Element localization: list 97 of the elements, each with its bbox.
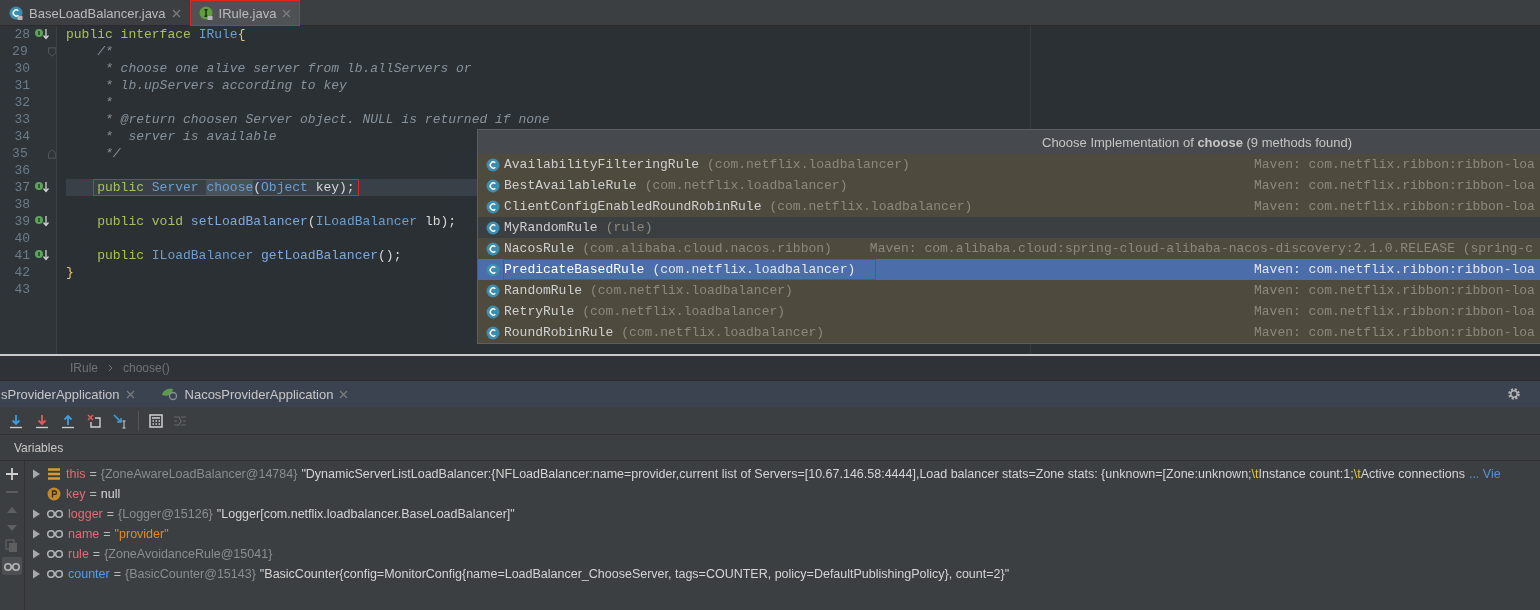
variable-name: rule [68, 547, 89, 561]
line-number: 34 [13, 129, 30, 144]
variable-type: {ZoneAvoidanceRule@15041} [104, 547, 273, 561]
step-over-icon[interactable] [8, 412, 24, 429]
line-number: 38 [13, 197, 30, 212]
variable-value: "BasicCounter{config=MonitorConfig{name=LoadBalancer_ChooseServer, tags=COUNTER, policy=DefaultPublishingPolicy}, count=2}" [259, 567, 1010, 581]
variable-type: {BasicCounter@15143} [125, 567, 256, 581]
variable-name: this [66, 467, 86, 481]
class-icon [486, 283, 500, 298]
class-icon [486, 262, 500, 277]
plus-icon[interactable] [5, 467, 19, 481]
editor-tab[interactable]: IRule.java [189, 0, 301, 26]
implementation-item[interactable]: MyRandomRule (rule) [478, 217, 1540, 238]
expand-arrow-icon[interactable] [30, 528, 42, 540]
code-line: * choose one alive server from lb.allServers or [104, 60, 473, 77]
variable-type: {ZoneAwareLoadBalancer@14784} [100, 467, 298, 481]
drop-frame-icon[interactable] [86, 412, 102, 429]
fields-icon [46, 467, 62, 481]
equals-sign: = [89, 487, 97, 501]
line-number: 33 [13, 112, 30, 127]
line-number: 30 [13, 61, 30, 76]
code-line: public ILoadBalancer getLoadBalancer(); [96, 247, 403, 264]
equals-sign: = [92, 547, 101, 561]
variable-type: {Logger@15126} [118, 507, 213, 521]
view-link[interactable]: ... Vie [1468, 467, 1501, 481]
line-number: 36 [13, 163, 30, 178]
code-line: * [104, 94, 114, 111]
variable-value: "provider" [114, 527, 169, 541]
step-into-icon[interactable] [34, 412, 50, 429]
run-to-cursor-icon[interactable] [112, 412, 128, 429]
implemented-icon[interactable] [34, 249, 50, 262]
calculator-icon[interactable] [149, 413, 163, 428]
expand-arrow-icon[interactable] [30, 508, 42, 520]
settings-icon[interactable] [1507, 387, 1521, 401]
line-number: 28 [13, 27, 30, 42]
line-number: 37 [13, 180, 30, 195]
step-out-icon[interactable] [60, 412, 76, 429]
variable-name: logger [68, 507, 103, 521]
equals-sign: = [89, 467, 97, 481]
code-line: */ [104, 145, 122, 162]
line-number: 31 [13, 78, 30, 93]
glasses-icon [46, 547, 64, 561]
variable-name: key [66, 487, 86, 501]
class-icon [486, 178, 500, 193]
line-number: 43 [13, 282, 30, 297]
expand-arrow-icon[interactable] [30, 568, 42, 580]
editor-tab[interactable]: BaseLoadBalancer.java [0, 0, 190, 26]
class-icon [486, 325, 500, 340]
close-icon[interactable] [171, 8, 181, 18]
equals-sign: = [106, 507, 115, 521]
popup-title: Choose Implementation of choose (9 methods found) [1042, 134, 1352, 150]
leaf-icon [160, 387, 179, 401]
code-line: public interface IRule{ [65, 26, 247, 43]
class-icon [486, 241, 500, 256]
line-number: 42 [13, 265, 30, 280]
line-number: 35 [11, 146, 28, 161]
code-line: * server is available [104, 128, 278, 145]
implemented-icon[interactable] [34, 28, 50, 41]
glasses-icon [46, 567, 64, 581]
line-number: 41 [13, 248, 30, 263]
close-icon[interactable] [339, 389, 349, 399]
glasses-icon [46, 527, 64, 541]
class-icon [486, 304, 500, 319]
line-number: 32 [13, 95, 30, 110]
line-number: 40 [13, 231, 30, 246]
close-icon[interactable] [125, 389, 135, 399]
class-icon [486, 157, 500, 172]
implemented-icon[interactable] [34, 181, 50, 194]
equals-sign: = [113, 567, 121, 581]
code-line: * lb.upServers according to key [104, 77, 348, 94]
expand-arrow-icon[interactable] [30, 548, 42, 560]
class-icon [9, 6, 23, 20]
panel-title: Variables [14, 440, 64, 455]
code-line: /* [96, 43, 114, 60]
line-number: 39 [13, 214, 30, 229]
code-line: } [65, 264, 75, 281]
variable-value: "DynamicServerListLoadBalancer:{NFLoadBalancer:name=provider,current list of Servers=[10.67.146.58:4444],Load balancer stats=Zone stats: {unknown=[Zone:unknown;\tInstance count:1;\tActive connections [301, 467, 1465, 481]
glasses-icon [46, 507, 64, 521]
equals-sign: = [103, 527, 111, 541]
code-line: public void setLoadBalancer(ILoadBalancer lb); [96, 213, 458, 230]
variable-name: name [68, 527, 100, 541]
class-icon [486, 199, 500, 214]
variable-name: counter [68, 567, 110, 581]
variable-value: "Logger[com.netflix.loadbalancer.BaseLoadBalancer]" [216, 507, 515, 521]
line-number: 29 [11, 44, 28, 59]
implemented-icon[interactable] [34, 215, 50, 228]
parameter-icon [46, 487, 62, 501]
glasses-icon[interactable] [2, 557, 22, 575]
variable-value: null [100, 487, 121, 501]
run-config-tab[interactable]: NacosProviderApplication [148, 386, 363, 402]
chevron-icon [108, 364, 113, 372]
implementation-item[interactable]: PredicateBasedRule (com.netflix.loadbalancer) Maven: com.netflix.ribbon:ribbon-loa [478, 259, 1540, 280]
class-icon [486, 220, 500, 235]
expand-arrow-icon[interactable] [30, 468, 42, 480]
interface-icon [198, 6, 213, 20]
code-line: * @return choosen Server object. NULL is returned if none [104, 111, 551, 128]
run-config-tab[interactable]: sProviderApplication [1, 386, 149, 402]
